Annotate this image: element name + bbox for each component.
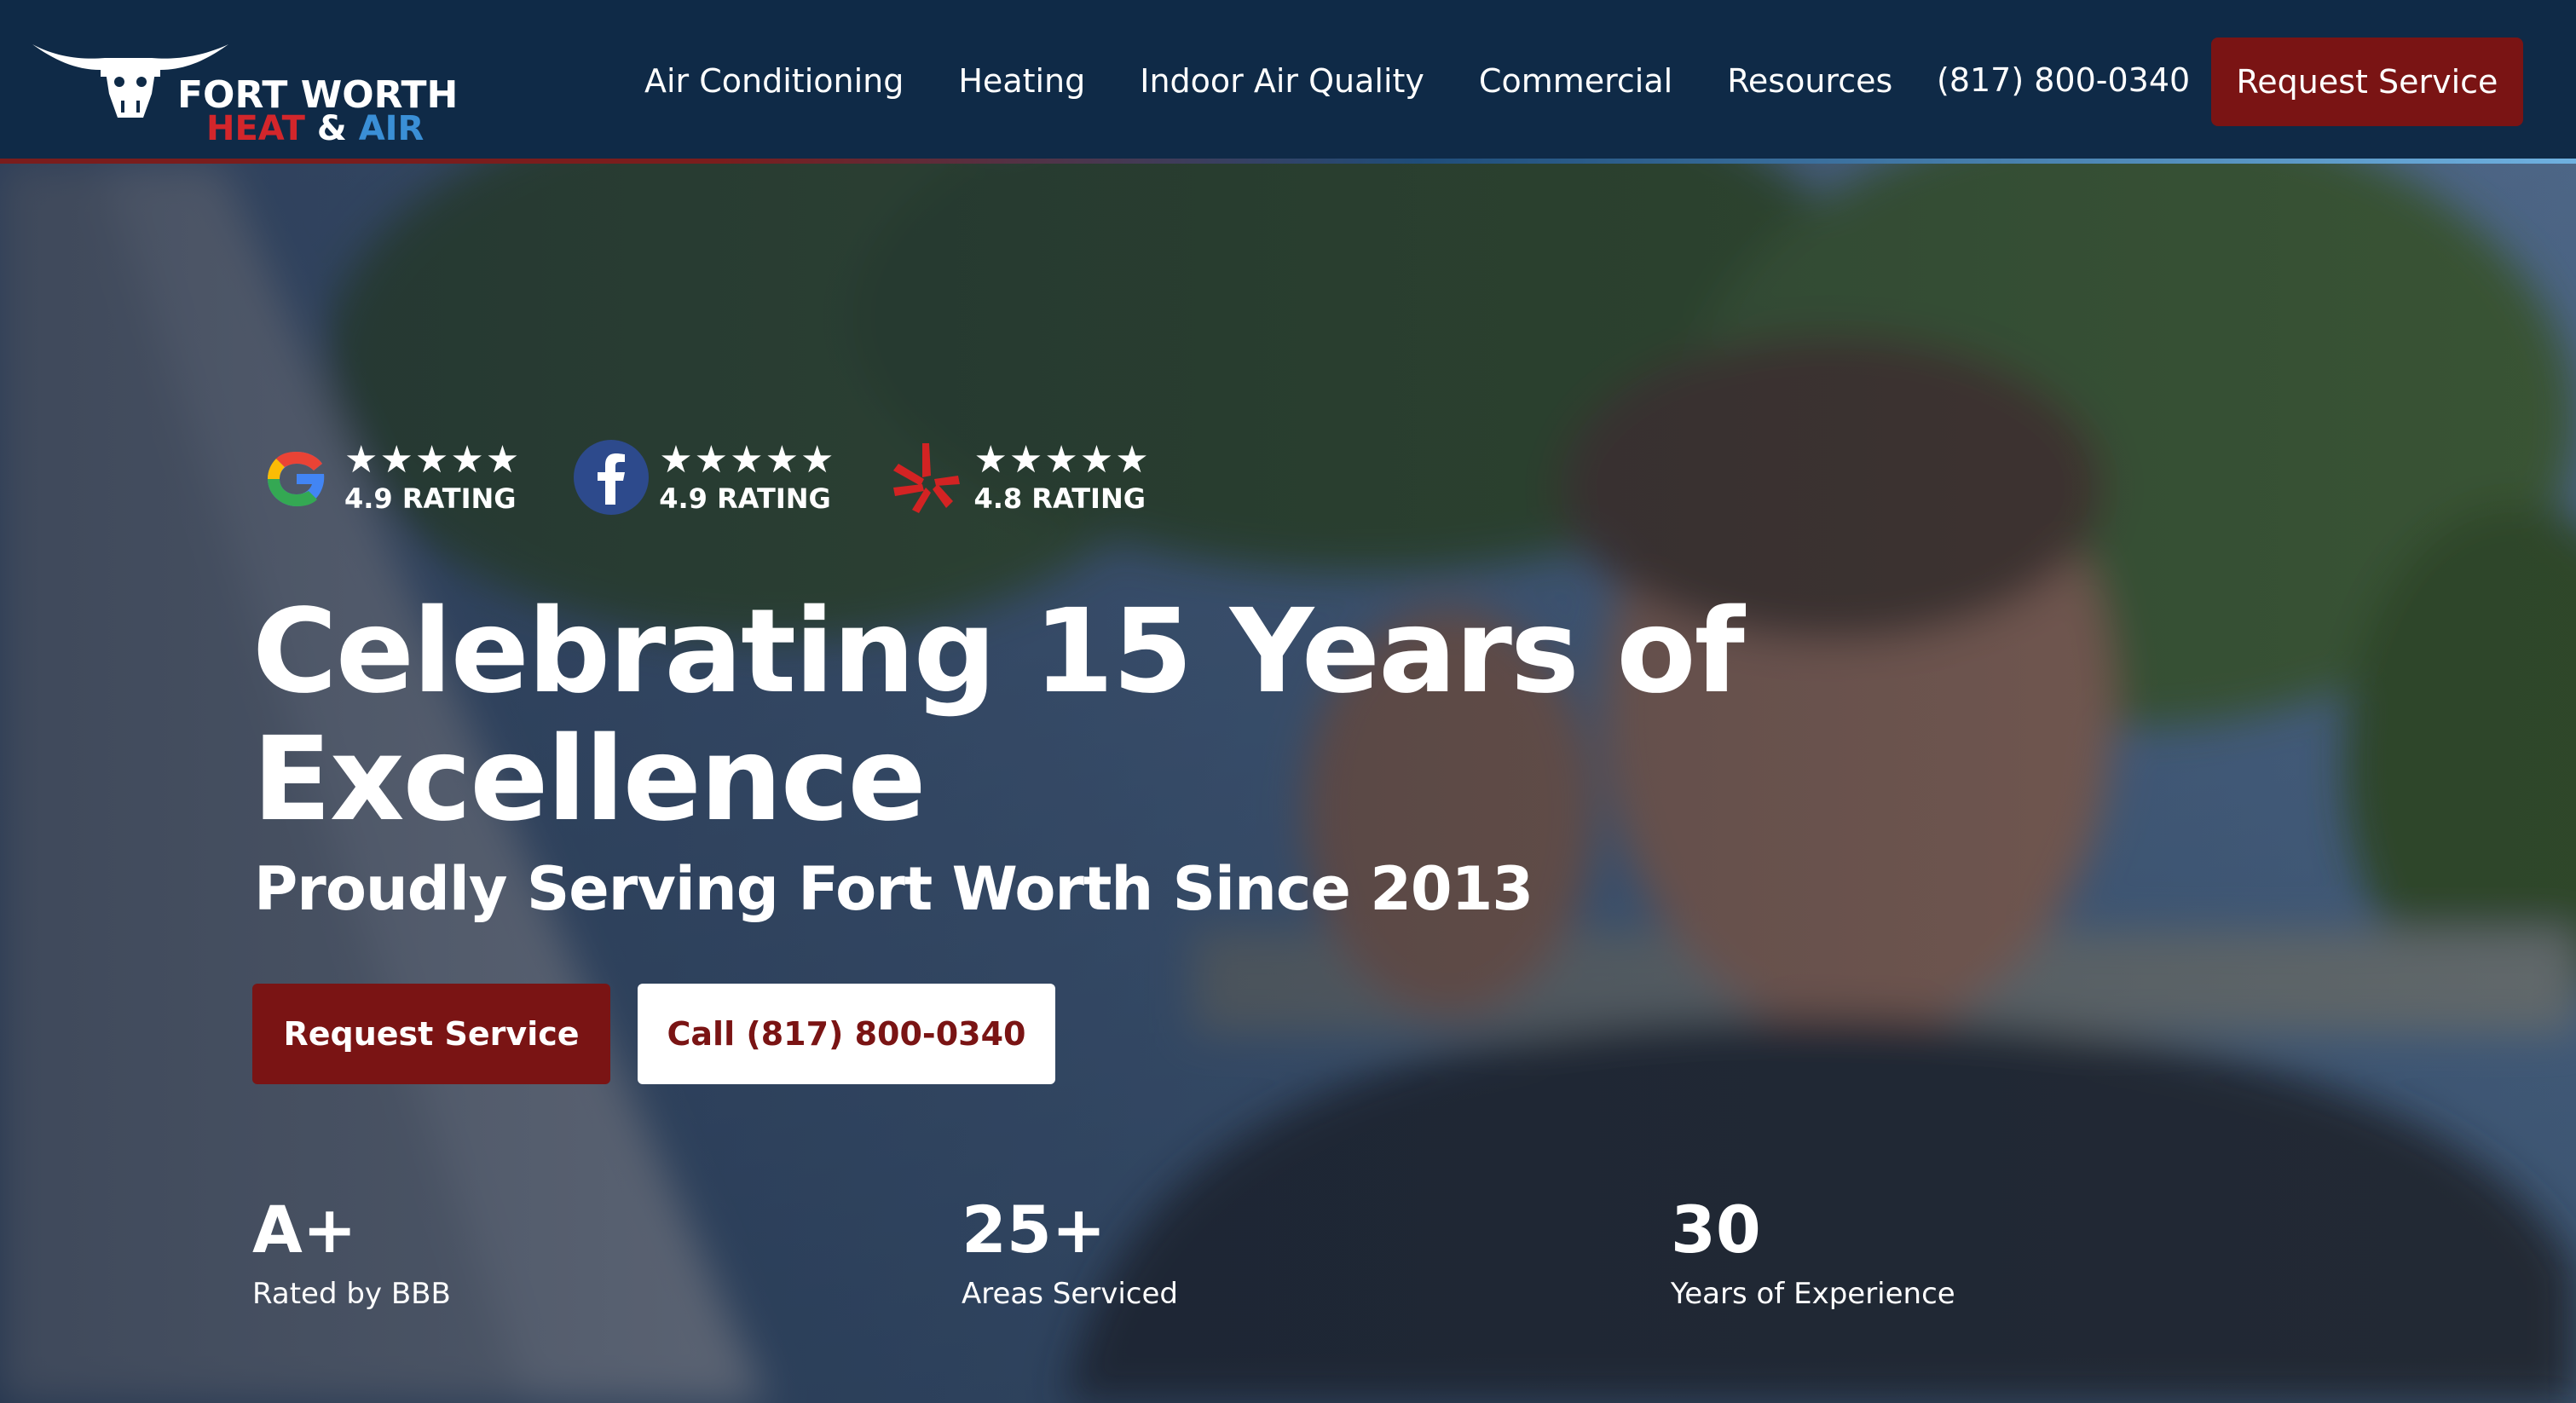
- nav-heating[interactable]: Heating: [958, 62, 1085, 100]
- site-header: FORT WORTH HEAT & AIR Air Conditioning H…: [0, 0, 2576, 164]
- google-rating-value: 4.9 RATING: [344, 482, 517, 515]
- stat-experience-label: Years of Experience: [1671, 1277, 1955, 1311]
- header-request-service-button[interactable]: Request Service: [2211, 38, 2523, 126]
- hero-request-service-button[interactable]: Request Service: [252, 984, 610, 1084]
- hero-subtitle: Proudly Serving Fort Worth Since 2013: [254, 854, 1533, 924]
- stat-bbb-label: Rated by BBB: [252, 1277, 451, 1311]
- logo-ampersand: &: [316, 109, 347, 148]
- hero-title: Celebrating 15 Years of Excellence: [252, 585, 1745, 847]
- stat-experience: 30 Years of Experience: [1671, 1192, 1955, 1319]
- stat-areas-label: Areas Serviced: [962, 1277, 1179, 1311]
- logo-heat: HEAT: [206, 109, 305, 148]
- yelp-rating-value: 4.8 RATING: [973, 482, 1146, 515]
- main-nav: Air Conditioning Heating Indoor Air Qual…: [644, 53, 1892, 109]
- yelp-stars: ★★★★★: [973, 438, 1151, 482]
- yelp-rating-text: ★★★★★ 4.8 RATING: [973, 439, 1150, 516]
- google-rating[interactable]: ★★★★★ 4.9 RATING: [256, 436, 521, 518]
- facebook-rating-value: 4.9 RATING: [659, 482, 831, 515]
- stat-bbb: A+ Rated by BBB: [252, 1192, 451, 1319]
- yelp-rating[interactable]: ★★★★★ 4.8 RATING: [885, 436, 1150, 518]
- logo-heat-air: HEAT & AIR: [206, 109, 424, 148]
- page: FORT WORTH HEAT & AIR Air Conditioning H…: [0, 0, 2576, 1403]
- google-icon: [268, 452, 325, 506]
- nav-air-conditioning[interactable]: Air Conditioning: [644, 62, 904, 100]
- nav-resources[interactable]: Resources: [1727, 62, 1892, 100]
- ratings-row: ★★★★★ 4.9 RATING ★★★★★ 4.9 RATING ★★★★★ …: [256, 436, 1151, 518]
- logo-air: AIR: [358, 109, 425, 148]
- yelp-icon: [893, 443, 961, 513]
- google-stars: ★★★★★: [344, 438, 522, 482]
- facebook-stars: ★★★★★: [659, 438, 836, 482]
- nav-indoor-air-quality[interactable]: Indoor Air Quality: [1140, 62, 1424, 100]
- company-logo[interactable]: FORT WORTH HEAT & AIR: [24, 26, 458, 148]
- header-phone-link[interactable]: (817) 800-0340: [1937, 61, 2190, 99]
- facebook-rating-text: ★★★★★ 4.9 RATING: [659, 439, 835, 516]
- stat-areas: 25+ Areas Serviced: [962, 1192, 1178, 1319]
- stat-experience-value: 30: [1671, 1192, 1761, 1267]
- stat-areas-value: 25+: [962, 1192, 1106, 1267]
- hero-call-button[interactable]: Call (817) 800-0340: [638, 984, 1055, 1084]
- facebook-icon: [574, 440, 650, 515]
- facebook-rating[interactable]: ★★★★★ 4.9 RATING: [570, 436, 835, 518]
- google-rating-text: ★★★★★ 4.9 RATING: [344, 439, 521, 516]
- stat-bbb-value: A+: [252, 1192, 357, 1267]
- header-accent-bar: [0, 159, 2576, 164]
- nav-commercial[interactable]: Commercial: [1479, 62, 1672, 100]
